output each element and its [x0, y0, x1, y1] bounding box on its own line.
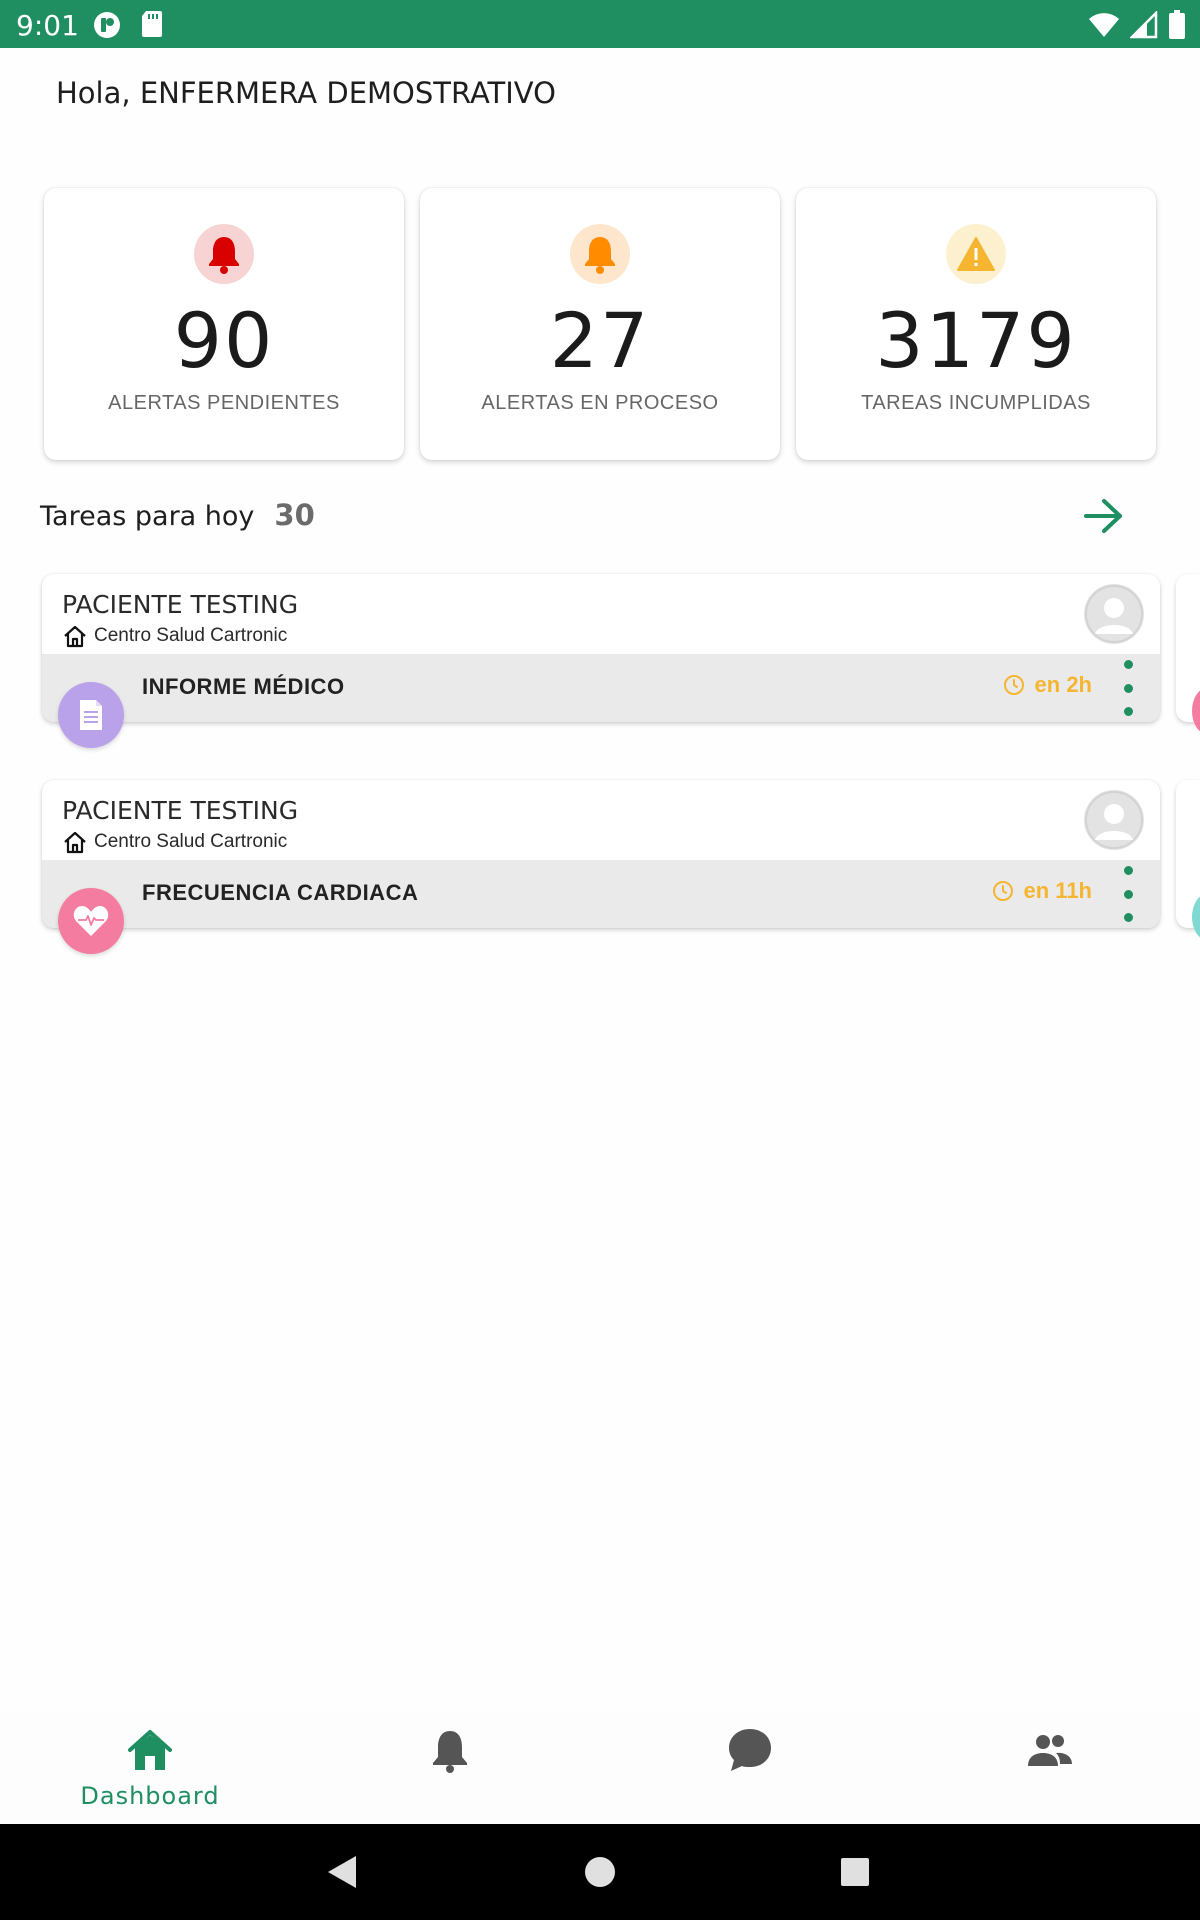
clock-icon: [1003, 675, 1024, 695]
nav-item-patients[interactable]: [900, 1712, 1200, 1824]
bell-icon: [570, 224, 630, 284]
task-patient-name: PACIENTE TESTING: [62, 796, 299, 825]
task-card[interactable]: PACIENTE TESTING Centro Salud Cartronic …: [42, 574, 1160, 748]
home-outline-icon: [64, 625, 86, 648]
task-center-name: Centro Salud Cartronic: [94, 831, 288, 852]
status-time: 9:01: [16, 9, 79, 42]
battery-icon: [1169, 10, 1185, 39]
task-time-label: en 2h: [1034, 672, 1092, 697]
stat-card-alerts-in-process[interactable]: 27 ALERTAS EN PROCESO: [420, 188, 780, 460]
task-time: en 2h: [1003, 672, 1092, 698]
bell-icon: [194, 224, 254, 284]
stat-value: 27: [549, 296, 651, 385]
greeting-text: Hola, ENFERMERA DEMOSTRATIVO: [56, 76, 556, 110]
task-patient-name: PACIENTE TESTING: [62, 590, 299, 619]
arrow-right-icon[interactable]: [1082, 496, 1126, 536]
stat-label: ALERTAS EN PROCESO: [481, 392, 719, 414]
task-center-name: Centro Salud Cartronic: [94, 625, 288, 646]
system-navigation-bar: [0, 1824, 1200, 1920]
status-bar: 9:01: [0, 0, 1200, 48]
home-circle-icon[interactable]: [584, 1856, 616, 1888]
stat-label: ALERTAS PENDIENTES: [108, 392, 340, 414]
warning-icon: [946, 224, 1006, 284]
document-icon: [58, 682, 124, 748]
recents-icon[interactable]: [840, 1857, 870, 1887]
back-icon[interactable]: [324, 1854, 358, 1890]
avatar: [1084, 790, 1144, 850]
nav-item-alerts[interactable]: [300, 1712, 600, 1824]
more-vertical-icon[interactable]: [1120, 660, 1136, 716]
nav-item-chat[interactable]: [600, 1712, 900, 1824]
tasks-count: 30: [274, 498, 315, 532]
bell-icon: [433, 1731, 467, 1773]
tasks-title: Tareas para hoy: [40, 501, 255, 532]
stat-card-pending-alerts[interactable]: 90 ALERTAS PENDIENTES: [44, 188, 404, 460]
tasks-header: Tareas para hoy 30: [40, 498, 315, 532]
group-icon: [1028, 1735, 1072, 1766]
stat-label: TAREAS INCUMPLIDAS: [861, 392, 1091, 414]
app-notification-icon: [94, 12, 120, 38]
clock-icon: [992, 881, 1013, 901]
task-time-label: en 11h: [1023, 878, 1092, 903]
home-outline-icon: [64, 831, 86, 854]
task-name: FRECUENCIA CARDIACA: [142, 880, 419, 905]
stat-value: 3179: [875, 296, 1077, 385]
sd-card-icon: [142, 11, 162, 37]
signal-icon: [1130, 11, 1158, 39]
task-time: en 11h: [992, 878, 1092, 904]
stat-value: 90: [173, 296, 275, 385]
heart-rate-icon: [58, 888, 124, 954]
chat-icon: [729, 1729, 771, 1771]
wifi-icon: [1089, 13, 1119, 38]
nav-item-dashboard[interactable]: Dashboard: [0, 1712, 300, 1824]
avatar: [1084, 584, 1144, 644]
task-card[interactable]: PACIENTE TESTING Centro Salud Cartronic …: [42, 780, 1160, 954]
nav-label: Dashboard: [80, 1782, 220, 1810]
task-name: INFORME MÉDICO: [142, 674, 345, 699]
more-vertical-icon[interactable]: [1120, 866, 1136, 922]
home-icon: [128, 1730, 172, 1770]
stat-card-failed-tasks[interactable]: 3179 TAREAS INCUMPLIDAS: [796, 188, 1156, 460]
bottom-navigation: Dashboard: [0, 1712, 1200, 1824]
